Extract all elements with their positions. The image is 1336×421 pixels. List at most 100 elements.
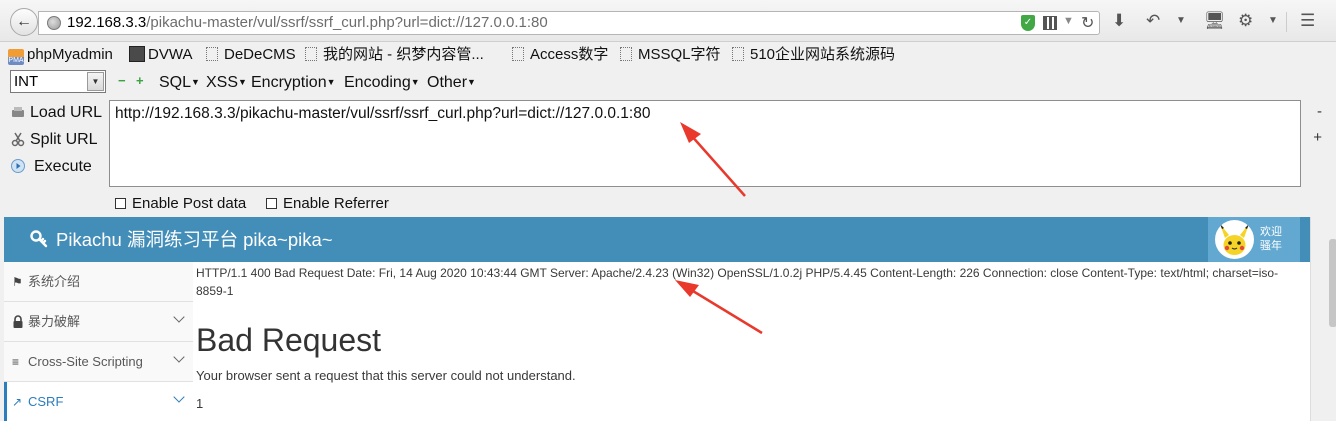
bookmark-my-site[interactable]: 我的网站 - 织梦内容管... <box>305 45 484 65</box>
lock-icon <box>13 315 23 328</box>
error-message: Your browser sent a request that this se… <box>196 368 576 383</box>
bookmark-label: phpMyadmin <box>27 46 113 63</box>
share-icon: ↗ <box>12 395 23 409</box>
url-path: /pikachu-master/vul/ssrf/ssrf_curl.php?u… <box>146 14 548 31</box>
type-select[interactable]: INT ▼ <box>10 70 106 93</box>
welcome-text: 欢迎 骚年 <box>1260 225 1282 253</box>
enable-post-label: Enable Post data <box>132 195 247 212</box>
address-text[interactable]: 192.168.3.3/pikachu-master/vul/ssrf/ssrf… <box>67 14 548 32</box>
site-title[interactable]: Pikachu 漏洞练习平台 pika~pika~ <box>56 229 333 251</box>
error-title: Bad Request <box>196 322 382 358</box>
chevron-down-icon <box>173 351 185 363</box>
sidebar-item-label: Cross-Site Scripting <box>28 354 143 369</box>
scrollbar-thumb[interactable] <box>1329 239 1336 327</box>
execute-label: Execute <box>34 158 92 175</box>
page-icon <box>512 47 524 61</box>
plus-icon[interactable]: + <box>136 72 144 90</box>
menu-label: Encoding <box>344 74 411 91</box>
type-select-value: INT <box>14 73 39 90</box>
execute-button[interactable]: Execute <box>10 157 92 177</box>
enable-post-checkbox[interactable]: Enable Post data <box>115 195 246 213</box>
bookmark-access[interactable]: Access数字 <box>512 45 608 65</box>
menu-encoding[interactable]: Encoding▼ <box>344 72 420 93</box>
chevron-down-icon <box>173 311 185 323</box>
bookmark-dedecms[interactable]: DeDeCMS <box>206 45 296 65</box>
bookmark-label: 我的网站 - 织梦内容管... <box>323 46 484 63</box>
pma-icon: PMA <box>8 49 24 65</box>
globe-icon <box>47 16 61 30</box>
menu-sql[interactable]: SQL▼ <box>159 72 200 93</box>
welcome-line-2: 骚年 <box>1260 240 1282 252</box>
shrink-textarea-button[interactable]: - <box>1317 103 1322 120</box>
bookmark-label: 510企业网站系统源码 <box>750 46 896 63</box>
checkbox-box[interactable] <box>115 198 126 209</box>
sidebar-item-label: 系统介绍 <box>28 274 81 289</box>
menu-xss[interactable]: XSS▼ <box>206 72 247 93</box>
dropdown-arrow-icon[interactable]: ▼ <box>1063 15 1074 27</box>
bookmark-label: Access数字 <box>530 46 609 63</box>
bookmark-label: MSSQL字符 <box>638 46 721 63</box>
hackbar-panel: INT ▼ − + SQL▼ XSS▼ Encryption▼ Encoding… <box>0 67 1336 217</box>
split-url-label: Split URL <box>30 131 98 148</box>
key-icon <box>30 230 48 248</box>
user-menu[interactable]: 欢迎 骚年 <box>1208 217 1300 262</box>
navigation-bar: ← 192.168.3.3/pikachu-master/vul/ssrf/ss… <box>0 0 1336 42</box>
chevron-down-icon <box>173 391 185 403</box>
menu-encryption[interactable]: Encryption▼ <box>251 72 336 93</box>
load-url-label: Load URL <box>30 104 103 121</box>
sidebar-item-csrf[interactable]: ↗ CSRF <box>4 382 193 421</box>
main-content: HTTP/1.1 400 Bad Request Date: Fri, 14 A… <box>196 262 1296 421</box>
tools-icon[interactable]: ⚙ <box>1238 10 1253 32</box>
download-icon[interactable]: ⬇ <box>1112 10 1126 32</box>
qr-code-icon[interactable] <box>1043 16 1057 30</box>
undo-menu-icon[interactable]: ▼ <box>1176 10 1186 32</box>
undo-icon[interactable]: ↶ <box>1146 10 1160 32</box>
minus-icon[interactable]: − <box>118 72 126 90</box>
page-icon <box>305 47 317 61</box>
sidebar: ⚑ 系统介绍 暴力破解 ≡ Cross-Site Scripting ↗ CSR… <box>4 262 193 421</box>
dvwa-icon <box>129 46 145 62</box>
response-headers: HTTP/1.1 400 Bad Request Date: Fri, 14 A… <box>196 266 1279 298</box>
execute-icon <box>11 159 25 173</box>
url-host: 192.168.3.3 <box>67 14 147 31</box>
reload-icon[interactable]: ↻ <box>1081 13 1094 33</box>
sidebar-item-brute-force[interactable]: 暴力破解 <box>4 302 193 342</box>
enable-referrer-checkbox[interactable]: Enable Referrer <box>266 195 389 213</box>
scissors-icon <box>11 132 25 147</box>
address-bar[interactable]: 192.168.3.3/pikachu-master/vul/ssrf/ssrf… <box>38 11 1100 35</box>
load-url-icon <box>12 107 24 117</box>
avatar <box>1215 220 1254 259</box>
grow-textarea-button[interactable]: + <box>1313 129 1322 146</box>
list-icon: ≡ <box>12 355 20 369</box>
enable-referrer-label: Enable Referrer <box>283 195 389 212</box>
url-textarea[interactable]: http://192.168.3.3/pikachu-master/vul/ss… <box>109 100 1301 187</box>
sidebar-item-xss[interactable]: ≡ Cross-Site Scripting <box>4 342 193 382</box>
load-url-button[interactable]: Load URL <box>10 103 102 123</box>
select-arrow-icon[interactable]: ▼ <box>87 72 104 91</box>
menu-label: Encryption <box>251 74 327 91</box>
menu-other[interactable]: Other▼ <box>427 72 476 93</box>
menu-label: XSS <box>206 74 239 91</box>
sidebar-item-label: CSRF <box>28 394 64 409</box>
welcome-line-1: 欢迎 <box>1260 226 1282 238</box>
bookmark-dvwa[interactable]: DVWA <box>129 45 192 65</box>
response-number: 1 <box>196 396 204 411</box>
sidebar-item-intro[interactable]: ⚑ 系统介绍 <box>4 262 193 302</box>
split-url-button[interactable]: Split URL <box>10 130 98 150</box>
pikachu-icon <box>1220 224 1249 255</box>
page-scrollbar[interactable] <box>1310 217 1336 421</box>
back-button[interactable]: ← <box>10 8 38 36</box>
monitor-icon[interactable]: 🖥 <box>1204 10 1226 32</box>
bookmark-510[interactable]: 510企业网站系统源码 <box>732 45 895 65</box>
tags-icon: ⚑ <box>12 275 23 289</box>
shield-icon[interactable]: ✓ <box>1021 15 1035 31</box>
bookmark-phpmyadmin[interactable]: PMA phpMyadmin <box>8 45 113 65</box>
page-icon <box>620 47 632 61</box>
bookmark-mssql[interactable]: MSSQL字符 <box>620 45 721 65</box>
page-content: Pikachu 漏洞练习平台 pika~pika~ 欢迎骚年 ⚑ 系统介绍 暴 <box>4 217 1310 421</box>
checkbox-box[interactable] <box>266 198 277 209</box>
tools-menu-icon[interactable]: ▼ <box>1268 10 1278 32</box>
hamburger-menu-icon[interactable]: ☰ <box>1300 10 1315 32</box>
bookmarks-bar: PMA phpMyadmin DVWA DeDeCMS 我的网站 - 织梦内容管.… <box>0 43 1336 67</box>
page-icon <box>732 47 744 61</box>
